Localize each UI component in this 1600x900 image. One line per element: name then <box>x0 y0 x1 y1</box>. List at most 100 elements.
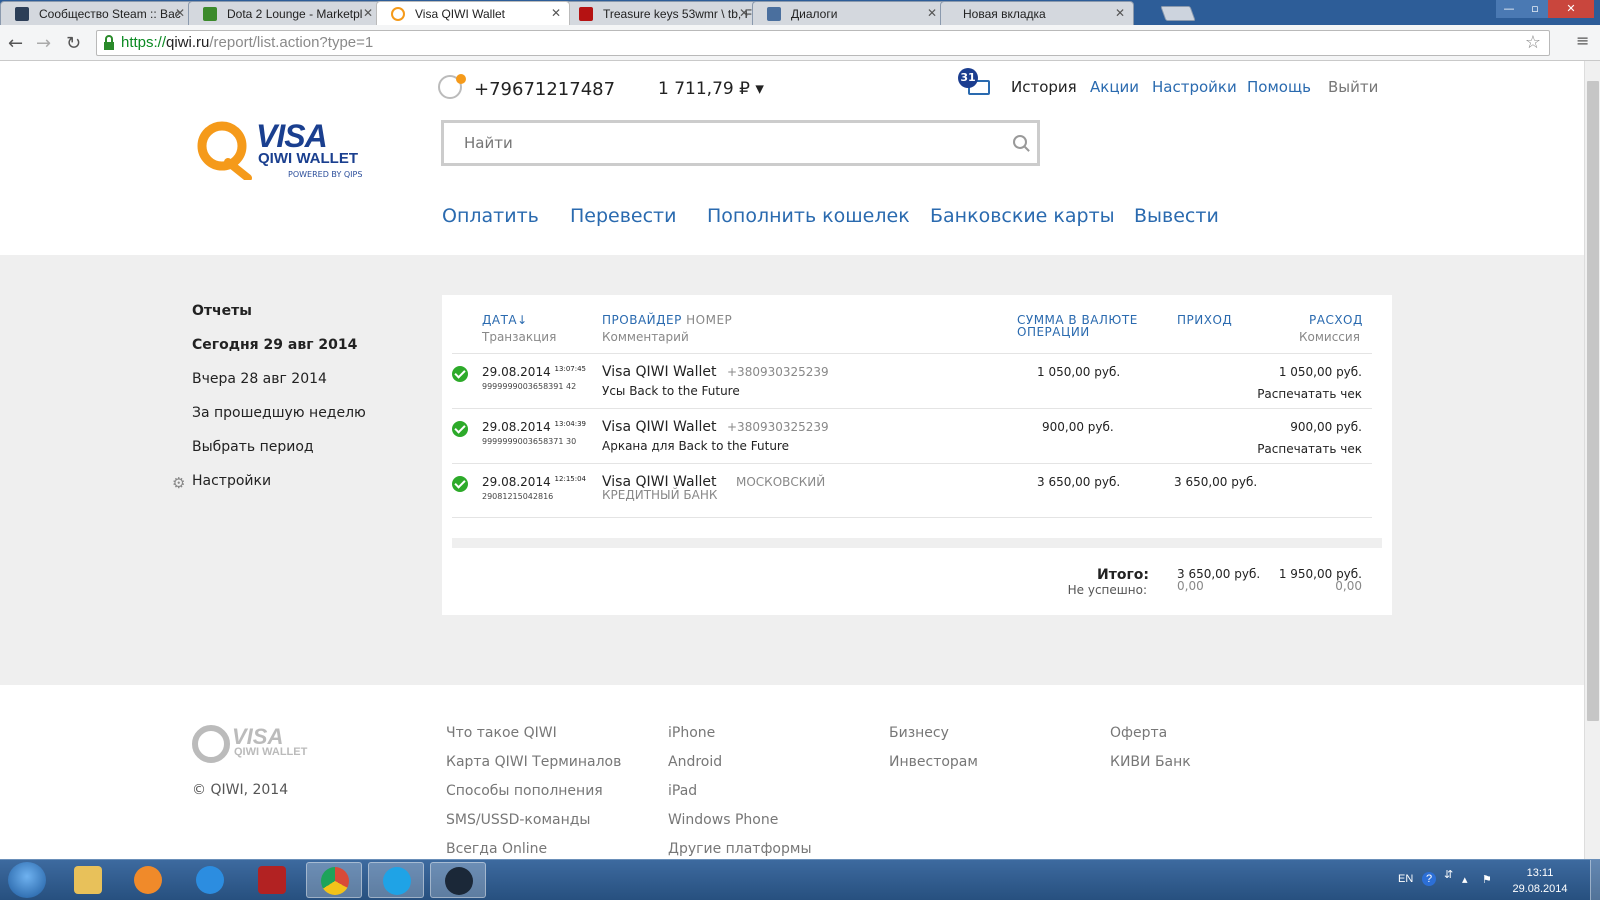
footer-link-sms-ussd[interactable]: SMS/USSD-команды <box>446 812 590 828</box>
close-window-button[interactable]: ✕ <box>1548 0 1594 18</box>
print-receipt-link[interactable]: Распечатать чек <box>1242 387 1362 401</box>
sidebar-item-today[interactable]: Сегодня 29 авг 2014 <box>192 337 357 353</box>
sidebar-item-last-week[interactable]: За прошедшую неделю <box>192 405 366 421</box>
footer-link-topup-methods[interactable]: Способы пополнения <box>446 783 603 799</box>
nav-logout[interactable]: Выйти <box>1328 78 1378 96</box>
footer-link-always-online[interactable]: Всегда Online <box>446 841 547 857</box>
footer-link-ipad[interactable]: iPad <box>668 783 697 799</box>
tab-qiwi[interactable]: Visa QIWI Wallet ✕ <box>376 1 570 25</box>
close-tab-icon[interactable]: ✕ <box>739 6 749 20</box>
minimize-button[interactable]: — <box>1496 0 1522 18</box>
search-input[interactable] <box>444 123 984 163</box>
footer-link-what-is-qiwi[interactable]: Что такое QIWI <box>446 725 557 741</box>
sidebar-item-settings[interactable]: Настройки <box>192 473 271 489</box>
sidebar-item-choose-period[interactable]: Выбрать период <box>192 439 314 455</box>
action-center-icon[interactable]: ⚑ <box>1482 873 1492 886</box>
table-row[interactable]: 29.08.2014 13:07:45 9999999003658391 42 … <box>452 353 1372 408</box>
table-row[interactable]: 29.08.2014 13:04:39 9999999003658371 30 … <box>452 408 1372 463</box>
footer-link-business[interactable]: Бизнесу <box>889 725 949 741</box>
menu-icon[interactable]: ≡ <box>1576 31 1589 50</box>
tab-treasure-keys[interactable]: Treasure keys 53wmr \ tb, F ✕ <box>564 1 758 25</box>
nav-bank-cards[interactable]: Банковские карты <box>930 205 1115 227</box>
taskbar-steam[interactable] <box>430 862 486 898</box>
taskbar-chrome[interactable] <box>306 862 362 898</box>
nav-transfer[interactable]: Перевести <box>570 205 676 227</box>
qiwi-logo-q-icon[interactable] <box>196 120 254 180</box>
row-time: 13:04:39 <box>554 420 586 428</box>
nav-topup[interactable]: Пополнить кошелек <box>707 205 910 227</box>
close-tab-icon[interactable]: ✕ <box>175 6 185 20</box>
language-indicator[interactable]: EN <box>1398 873 1413 885</box>
nav-history[interactable]: История <box>1011 78 1077 96</box>
row-provider[interactable]: Visa QIWI Wallet <box>602 364 716 380</box>
forward-arrow-icon[interactable]: → <box>36 33 51 54</box>
print-receipt-link[interactable]: Распечатать чек <box>1242 442 1362 456</box>
bookmark-star-icon[interactable]: ☆ <box>1525 32 1541 53</box>
system-clock[interactable]: 13:11 29.08.2014 <box>1500 865 1580 897</box>
taskbar-dota2[interactable] <box>244 862 300 898</box>
taskbar-explorer[interactable] <box>60 862 116 898</box>
footer-link-terminals-map[interactable]: Карта QIWI Терминалов <box>446 754 621 770</box>
footer-link-offer[interactable]: Оферта <box>1110 725 1167 741</box>
nav-promotions[interactable]: Акции <box>1090 78 1139 96</box>
column-header-expense[interactable]: РАСХОД <box>1309 313 1362 327</box>
close-tab-icon[interactable]: ✕ <box>363 6 373 20</box>
row-time: 12:15:04 <box>554 475 586 483</box>
close-tab-icon[interactable]: ✕ <box>927 6 937 20</box>
footer-link-iphone[interactable]: iPhone <box>668 725 715 741</box>
tab-title: Диалоги <box>791 7 838 21</box>
nav-settings[interactable]: Настройки <box>1152 78 1237 96</box>
column-subheader-transaction: Транзакция <box>482 330 557 344</box>
show-desktop-button[interactable] <box>1590 860 1600 900</box>
footer-qiwi-logo-icon <box>192 725 230 763</box>
taskbar-skype[interactable] <box>368 862 424 898</box>
mail-count-badge: 31 <box>958 68 978 88</box>
search-icon[interactable] <box>1013 135 1027 149</box>
tab-title: Dota 2 Lounge - Marketpl <box>227 7 363 21</box>
row-date-value: 29.08.2014 <box>482 365 551 379</box>
column-header-provider[interactable]: ПРОВАЙДЕР НОМЕР <box>602 313 732 327</box>
tab-new[interactable]: Новая вкладка ✕ <box>940 1 1134 25</box>
dota2-icon <box>258 866 286 894</box>
footer-link-investors[interactable]: Инвесторам <box>889 754 978 770</box>
address-bar[interactable]: https://qiwi.ru/report/list.action?type=… <box>96 30 1550 56</box>
close-tab-icon[interactable]: ✕ <box>1115 6 1125 20</box>
table-row[interactable]: 29.08.2014 12:15:04 29081215042816 Visa … <box>452 463 1372 518</box>
network-tray-icon[interactable]: ⇵ <box>1444 868 1453 881</box>
footer-link-other-platforms[interactable]: Другие платформы <box>668 841 812 857</box>
row-provider[interactable]: Visa QIWI Wallet <box>602 419 716 435</box>
balance-dropdown[interactable]: 1 711,79 ₽ ▾ <box>658 79 764 99</box>
clock-time: 13:11 <box>1526 867 1554 879</box>
column-header-income[interactable]: ПРИХОД <box>1177 313 1232 327</box>
sort-down-icon: ↓ <box>517 313 528 327</box>
new-tab-button[interactable] <box>1160 6 1196 21</box>
scrollbar[interactable] <box>1584 61 1600 859</box>
nav-pay[interactable]: Оплатить <box>442 205 539 227</box>
folder-icon <box>74 866 102 894</box>
taskbar-media-player[interactable] <box>120 862 176 898</box>
tab-title: Новая вкладка <box>963 7 1046 21</box>
sidebar-item-yesterday[interactable]: Вчера 28 авг 2014 <box>192 371 327 387</box>
back-arrow-icon[interactable]: ← <box>8 33 23 54</box>
taskbar-internet-explorer[interactable] <box>182 862 238 898</box>
row-date-value: 29.08.2014 <box>482 475 551 489</box>
tab-title: Сообщество Steam :: Вас <box>39 7 181 21</box>
column-header-date[interactable]: ДАТА↓ <box>482 313 528 327</box>
nav-withdraw[interactable]: Вывести <box>1134 205 1219 227</box>
totals-label: Итого: <box>1097 567 1149 583</box>
footer-link-windows-phone[interactable]: Windows Phone <box>668 812 778 828</box>
footer-link-kiwi-bank[interactable]: КИВИ Банк <box>1110 754 1191 770</box>
maximize-button[interactable]: ▫ <box>1522 0 1548 18</box>
footer-link-android[interactable]: Android <box>668 754 722 770</box>
close-tab-icon[interactable]: ✕ <box>551 6 561 20</box>
reload-icon[interactable]: ↻ <box>66 33 81 54</box>
scrollbar-thumb[interactable] <box>1587 81 1599 721</box>
tab-steam[interactable]: Сообщество Steam :: Вас ✕ <box>0 1 194 25</box>
sidebar-title: Отчеты <box>192 303 252 319</box>
windows-start-icon[interactable] <box>8 862 46 898</box>
help-tray-icon[interactable]: ? <box>1422 872 1436 886</box>
tab-dota2lounge[interactable]: Dota 2 Lounge - Marketpl ✕ <box>188 1 382 25</box>
tab-dialogs[interactable]: Диалоги ✕ <box>752 1 946 25</box>
nav-help[interactable]: Помощь <box>1247 78 1311 96</box>
show-hidden-icons-icon[interactable]: ▴ <box>1462 873 1468 886</box>
